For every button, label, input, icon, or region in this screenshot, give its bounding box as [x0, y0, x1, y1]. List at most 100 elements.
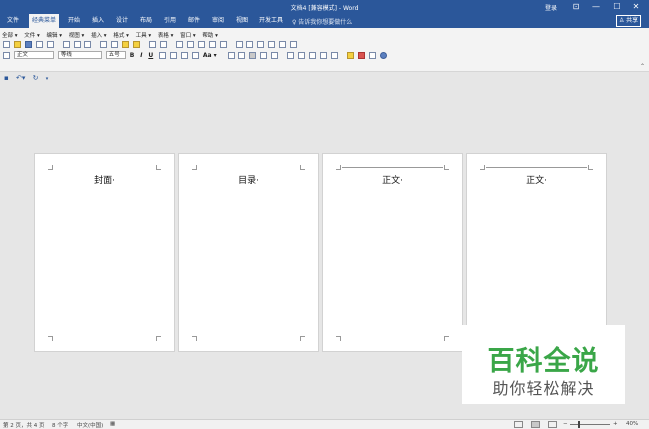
menu-table[interactable]: 表格 ▾ [158, 31, 174, 39]
customize-icon[interactable]: ▾ [46, 76, 49, 82]
picture-icon[interactable] [257, 41, 265, 48]
tab-file[interactable]: 文件 [4, 14, 22, 28]
underline-button[interactable]: U [148, 52, 153, 59]
distributed-icon[interactable] [271, 51, 279, 59]
share-button[interactable]: ♙ 共享 [616, 15, 641, 27]
print-icon[interactable] [62, 41, 70, 48]
zoom-slider-thumb[interactable] [578, 421, 580, 428]
italic-button[interactable]: I [140, 52, 142, 59]
zoom-in-icon[interactable]: + [613, 421, 618, 427]
numbering-icon[interactable] [287, 51, 295, 59]
word-count[interactable]: 8 个字 [52, 421, 68, 429]
zoom-out-icon[interactable]: − [563, 421, 568, 427]
page-toc[interactable]: 目录· [178, 153, 319, 352]
save-icon[interactable] [24, 41, 32, 48]
maximize-button[interactable]: ☐ [610, 1, 624, 13]
close-button[interactable]: ✕ [629, 1, 643, 13]
print-layout-icon[interactable] [531, 421, 540, 428]
decrease-indent-icon[interactable] [309, 51, 316, 59]
redo-icon[interactable]: ↻ [33, 74, 39, 82]
undo-icon[interactable] [149, 41, 157, 48]
increase-indent-icon[interactable] [319, 51, 327, 59]
drawing-icon[interactable] [219, 41, 227, 48]
menu-window[interactable]: 窗口 ▾ [180, 31, 196, 39]
tab-insert[interactable]: 插入 [89, 14, 107, 28]
font-size-select[interactable]: 五号 [105, 51, 126, 59]
excel-icon[interactable] [197, 41, 205, 48]
menu-all[interactable]: 全部 ▾ [2, 31, 18, 39]
textbox-icon[interactable] [268, 41, 276, 48]
menu-tools[interactable]: 工具 ▾ [136, 31, 152, 39]
page-body-1[interactable]: 正文· [322, 153, 463, 352]
macro-icon[interactable]: ▦ [110, 421, 115, 427]
copy-icon[interactable] [111, 41, 119, 48]
format-painter-icon[interactable] [133, 41, 141, 48]
email-icon[interactable] [46, 41, 54, 48]
zoom-level[interactable]: 40% [626, 421, 638, 427]
tab-mailings[interactable]: 邮件 [185, 14, 203, 28]
tab-review[interactable]: 审阅 [209, 14, 227, 28]
page-body-2[interactable]: 正文· [466, 153, 607, 352]
menu-format[interactable]: 格式 ▾ [113, 31, 129, 39]
menu-view[interactable]: 视图 ▾ [69, 31, 85, 39]
bold-button[interactable]: B [130, 52, 135, 59]
save-icon[interactable]: ▪ [4, 74, 9, 82]
font-select[interactable]: 等线 [57, 51, 102, 59]
undo-icon[interactable]: ↶▾ [16, 74, 25, 82]
menu-help[interactable]: 帮助 ▾ [202, 31, 218, 39]
tab-design[interactable]: 设计 [113, 14, 131, 28]
style-select[interactable]: 正文 [13, 51, 54, 59]
help-icon[interactable] [379, 51, 387, 59]
hyperlink-icon[interactable] [175, 41, 183, 48]
cut-icon[interactable] [100, 41, 108, 48]
align-center-icon[interactable] [238, 51, 246, 59]
page-cover[interactable]: 封面· [34, 153, 175, 352]
character-shading-icon[interactable] [180, 51, 188, 59]
open-folder-icon[interactable] [13, 41, 21, 48]
change-case-button[interactable]: Aa ▾ [203, 52, 217, 59]
redo-icon[interactable] [159, 41, 167, 48]
highlight-icon[interactable] [346, 51, 354, 59]
permission-icon[interactable] [35, 41, 43, 48]
login-link[interactable]: 登录 [545, 3, 557, 12]
menu-insert[interactable]: 插入 ▾ [91, 31, 107, 39]
web-layout-icon[interactable] [548, 421, 557, 428]
zoom-icon[interactable] [290, 41, 298, 48]
font-color-icon[interactable] [357, 51, 365, 59]
print-preview-icon[interactable] [73, 41, 81, 48]
columns-icon[interactable] [208, 41, 216, 48]
character-border-icon[interactable] [170, 51, 178, 59]
justify-icon[interactable] [249, 51, 257, 59]
strikethrough-icon[interactable] [159, 51, 167, 59]
bullets-icon[interactable] [298, 51, 306, 59]
shapes-icon[interactable] [246, 41, 254, 48]
phonetic-guide-icon[interactable] [191, 51, 199, 59]
align-right-icon[interactable] [260, 51, 268, 59]
smartart-icon[interactable] [279, 41, 287, 48]
language-indicator[interactable]: 中文(中国) [77, 421, 103, 429]
tab-layout[interactable]: 布局 [137, 14, 155, 28]
tab-view[interactable]: 视图 [233, 14, 251, 28]
spelling-icon[interactable] [84, 41, 92, 48]
zoom-slider[interactable] [570, 424, 610, 425]
line-spacing-icon[interactable] [330, 51, 338, 59]
ribbon-display-options-button[interactable]: ⊡ [569, 1, 583, 13]
minimize-button[interactable]: — [589, 1, 603, 13]
text-effects-icon[interactable] [368, 51, 376, 59]
styles-icon[interactable] [3, 51, 10, 59]
tab-home[interactable]: 开始 [65, 14, 83, 28]
tell-me-search[interactable]: ♀ 告诉我你想要做什么 [292, 17, 352, 26]
menu-file[interactable]: 文件 ▾ [24, 31, 40, 39]
page-count[interactable]: 第 2 页，共 4 页 [3, 421, 45, 429]
tab-references[interactable]: 引用 [161, 14, 179, 28]
align-left-icon[interactable] [227, 51, 235, 59]
show-hide-icon[interactable] [235, 41, 243, 48]
table-icon[interactable] [186, 41, 194, 48]
collapse-ribbon-icon[interactable]: ⌃ [640, 63, 645, 70]
tab-classic-menu[interactable]: 经典菜单 [29, 14, 60, 28]
paste-icon[interactable] [122, 41, 130, 48]
new-document-icon[interactable] [3, 41, 10, 48]
menu-edit[interactable]: 编辑 ▾ [47, 31, 63, 39]
tab-developer[interactable]: 开发工具 [256, 14, 286, 28]
read-mode-icon[interactable] [514, 421, 523, 428]
